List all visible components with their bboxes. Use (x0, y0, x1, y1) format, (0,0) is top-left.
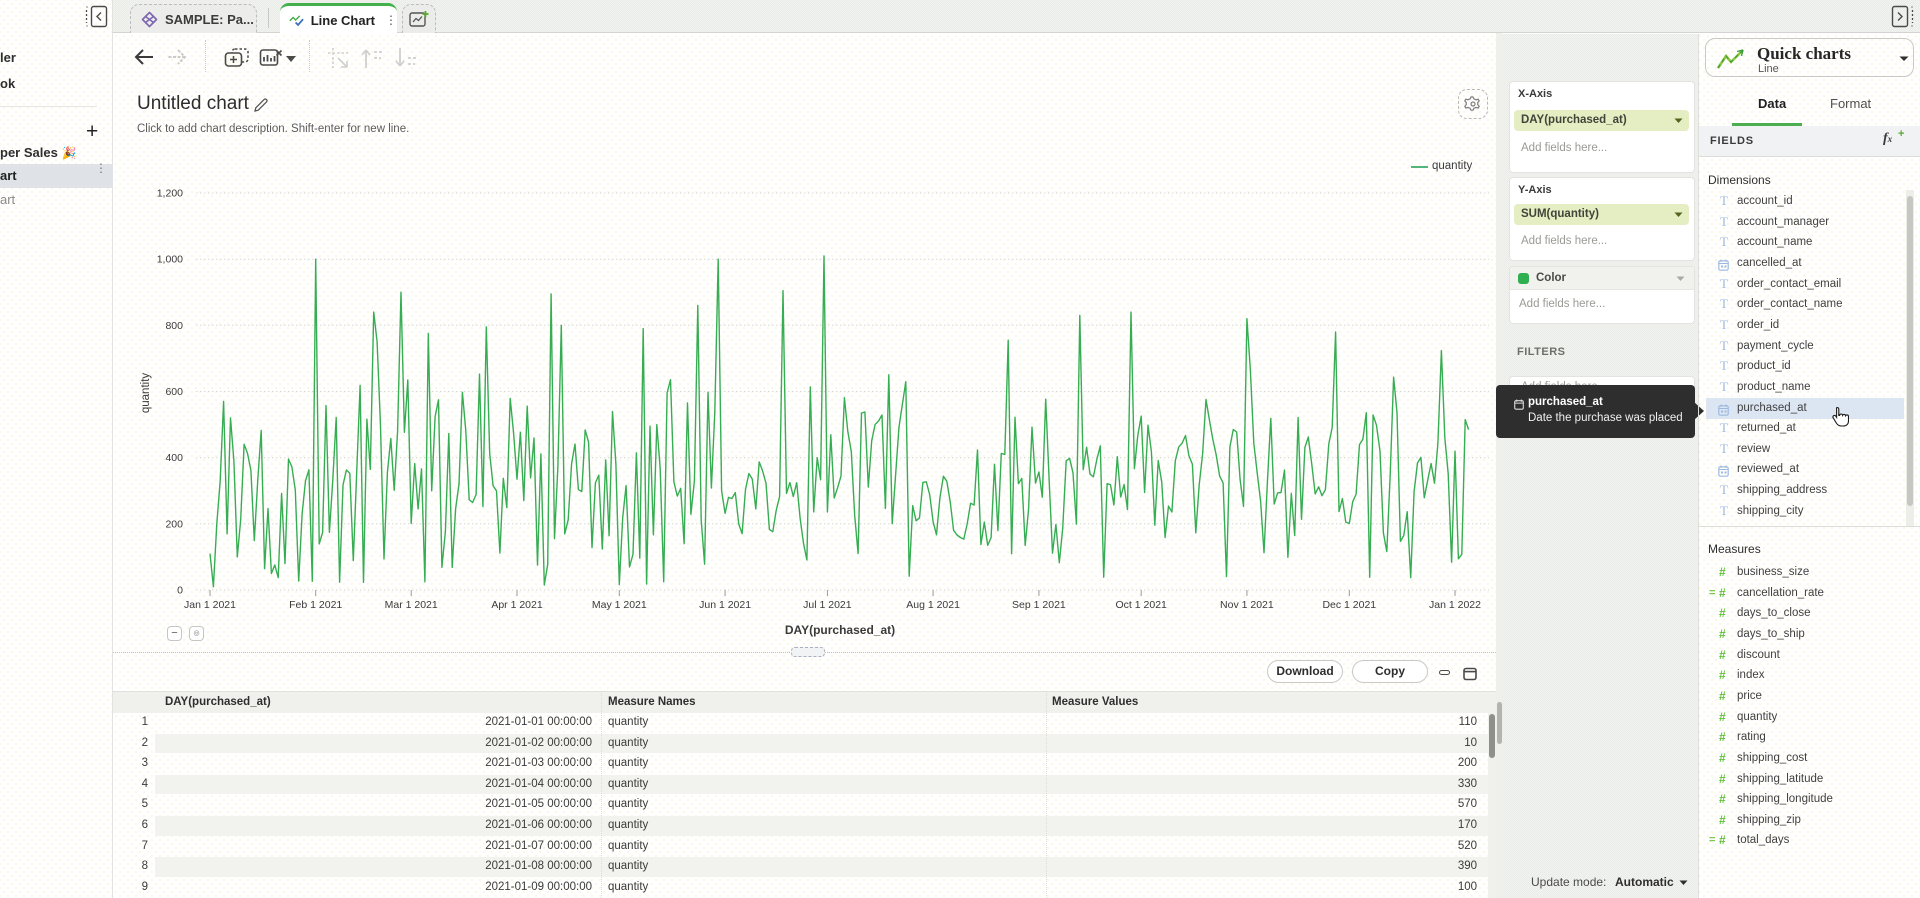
svg-text:Dec 1 2021: Dec 1 2021 (1322, 599, 1376, 611)
svg-text:Sep 1 2021: Sep 1 2021 (1012, 599, 1066, 611)
svg-text:Jan 1 2022: Jan 1 2022 (1429, 599, 1481, 611)
svg-text:Jun 1 2021: Jun 1 2021 (699, 599, 751, 611)
svg-text:1,200: 1,200 (157, 188, 183, 200)
svg-text:800: 800 (165, 320, 183, 332)
svg-text:Mar 1 2021: Mar 1 2021 (385, 599, 438, 611)
svg-text:600: 600 (165, 386, 183, 398)
svg-text:Feb 1 2021: Feb 1 2021 (289, 599, 342, 611)
svg-text:Aug 1 2021: Aug 1 2021 (906, 599, 960, 611)
svg-text:400: 400 (165, 452, 183, 464)
svg-text:DAY(purchased_at): DAY(purchased_at) (785, 623, 895, 637)
svg-text:quantity: quantity (140, 373, 152, 414)
svg-text:Jan 1 2021: Jan 1 2021 (184, 599, 236, 611)
svg-text:1,000: 1,000 (157, 254, 183, 266)
svg-text:Jul 1 2021: Jul 1 2021 (803, 599, 852, 611)
svg-text:200: 200 (165, 518, 183, 530)
svg-text:0: 0 (177, 585, 183, 597)
svg-text:Nov 1 2021: Nov 1 2021 (1220, 599, 1274, 611)
svg-text:May 1 2021: May 1 2021 (592, 599, 647, 611)
svg-text:Apr 1 2021: Apr 1 2021 (491, 599, 543, 611)
svg-text:Oct 1 2021: Oct 1 2021 (1116, 599, 1168, 611)
